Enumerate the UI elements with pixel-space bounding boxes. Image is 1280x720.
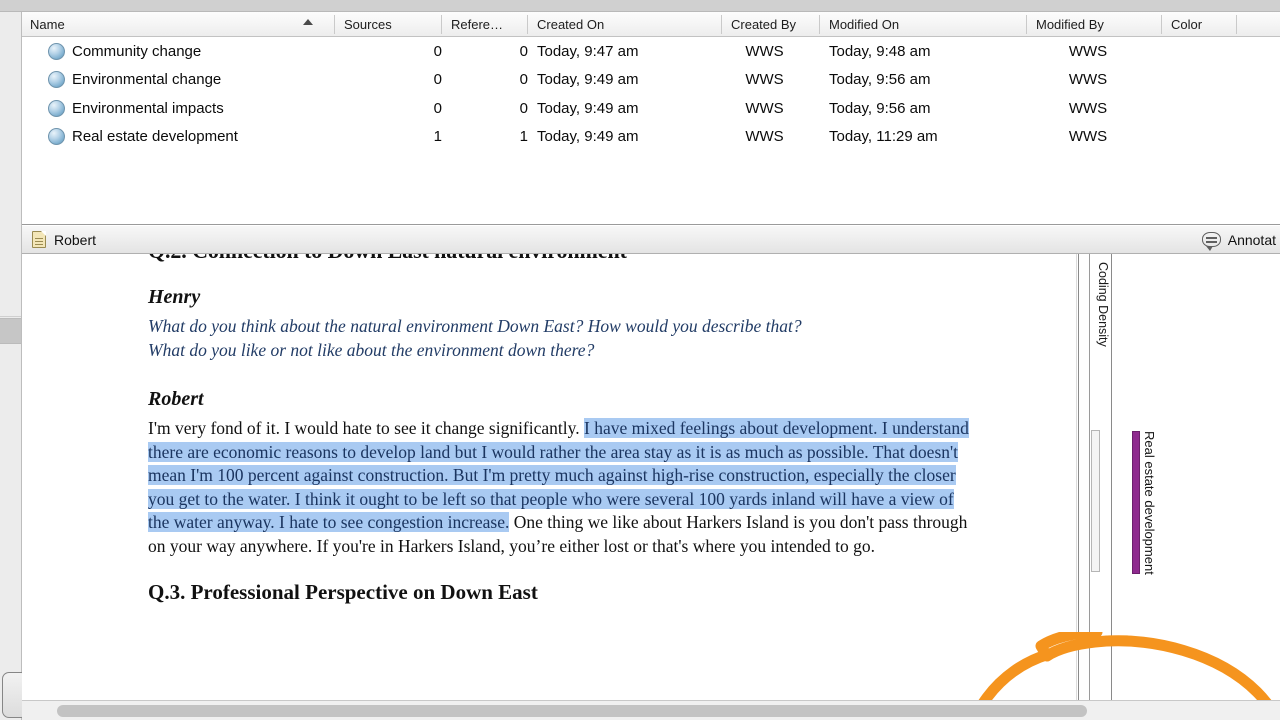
cell-created-on: Today, 9:49 am — [537, 71, 639, 89]
cell-modified-by: WWS — [1068, 128, 1108, 146]
answer-paragraph[interactable]: I'm very fond of it. I would hate to see… — [148, 417, 978, 558]
cell-created-by: WWS — [745, 42, 784, 60]
cell-modified-by: WWS — [1068, 42, 1108, 60]
column-header-modified-on[interactable]: Modified On — [807, 12, 1027, 37]
coding-density-divider — [1089, 254, 1090, 700]
column-header-created-by[interactable]: Created By — [709, 12, 820, 37]
table-row[interactable]: Community change 0 0 Today, 9:47 am WWS … — [22, 37, 1280, 66]
column-header-sources-label: Sources — [344, 17, 392, 32]
cell-sources: 0 — [433, 42, 442, 60]
cell-modified-on: Today, 9:48 am — [829, 42, 931, 60]
node-list-header-row: Name Sources Refere… Created On Created … — [22, 12, 1280, 37]
document-tab-bar: Robert Annotat — [22, 226, 1280, 254]
sort-caret-up-icon[interactable] — [303, 19, 313, 25]
annotations-button[interactable]: Annotat — [1201, 231, 1280, 251]
cell-created-on: Today, 9:47 am — [537, 42, 639, 60]
speaker-robert: Robert — [148, 388, 204, 410]
node-sphere-icon — [48, 128, 65, 146]
heading-q2: Q.2. Connection to Down East natural env… — [148, 254, 978, 264]
cell-name: Real estate development — [72, 128, 238, 146]
coding-density-bar — [1091, 430, 1100, 572]
column-header-sources[interactable]: Sources — [344, 12, 442, 37]
cell-modified-on: Today, 9:56 am — [829, 71, 931, 89]
cell-created-by: WWS — [745, 128, 784, 146]
application-window: Name Sources Refere… Created On Created … — [0, 0, 1280, 720]
left-rail — [0, 12, 22, 720]
coding-density-strip[interactable]: Coding Density — [1078, 254, 1112, 700]
node-sphere-icon — [48, 42, 65, 60]
node-sphere-icon — [48, 71, 65, 89]
answer-text-before-highlight: I'm very fond of it. I would hate to see… — [148, 418, 584, 438]
horizontal-scrollbar-thumb[interactable] — [57, 705, 1087, 717]
table-row[interactable]: Environmental impacts 0 0 Today, 9:49 am… — [22, 94, 1280, 123]
node-icon-cell — [48, 37, 65, 66]
node-list-body: Community change 0 0 Today, 9:47 am WWS … — [22, 37, 1280, 151]
node-icon-cell — [48, 66, 65, 95]
column-header-created-by-label: Created By — [731, 17, 797, 32]
table-row[interactable]: Environmental change 0 0 Today, 9:49 am … — [22, 66, 1280, 95]
column-header-modified-by[interactable]: Modified By — [1014, 12, 1162, 37]
page-document-icon — [32, 231, 46, 248]
document-page[interactable]: Q.2. Connection to Down East natural env… — [22, 254, 1077, 700]
cell-color — [1149, 123, 1237, 152]
cell-created-by: WWS — [745, 99, 784, 117]
coding-stripe-label: Real estate development — [1142, 431, 1157, 575]
cell-modified-on: Today, 11:29 am — [829, 128, 938, 146]
cell-created-on: Today, 9:49 am — [537, 128, 639, 146]
column-header-name[interactable]: Name — [30, 12, 335, 37]
cell-name: Community change — [72, 42, 202, 60]
question-block: What do you think about the natural envi… — [148, 315, 978, 362]
cell-name: Environmental change — [72, 71, 222, 89]
document-content: Q.2. Connection to Down East natural env… — [148, 254, 978, 605]
left-rail-lower-segment — [0, 345, 21, 675]
cell-modified-by: WWS — [1068, 71, 1108, 89]
coding-density-label: Coding Density — [1096, 262, 1110, 347]
node-icon-cell — [48, 94, 65, 123]
column-header-color-label: Color — [1171, 17, 1203, 32]
column-header-created-on[interactable]: Created On — [515, 12, 722, 37]
node-icon-cell — [48, 123, 65, 152]
left-rail-drag-handle[interactable] — [0, 318, 21, 344]
cell-color — [1149, 66, 1237, 95]
speech-bubble-icon — [1201, 232, 1221, 251]
node-list-pane: Name Sources Refere… Created On Created … — [22, 12, 1280, 225]
annotations-button-label: Annotat — [1227, 231, 1276, 248]
coding-stripes-column: Real estate development — [1118, 254, 1280, 700]
window-top-strip — [0, 0, 1280, 12]
column-header-name-label: Name — [30, 17, 65, 32]
coding-stripe-real-estate-development[interactable] — [1132, 431, 1140, 574]
question-line-2: What do you like or not like about the e… — [148, 339, 595, 360]
column-header-modified-by-label: Modified By — [1036, 17, 1104, 32]
column-header-created-on-label: Created On — [537, 17, 605, 32]
column-header-color[interactable]: Color — [1149, 12, 1237, 37]
cell-color — [1149, 37, 1237, 66]
cell-created-by: WWS — [745, 71, 784, 89]
table-row[interactable]: Real estate development 1 1 Today, 9:49 … — [22, 123, 1280, 152]
speaker-henry: Henry — [148, 286, 201, 308]
cell-sources: 0 — [433, 99, 442, 117]
column-header-references-label: Refere… — [451, 17, 504, 32]
cell-sources: 0 — [433, 71, 442, 89]
tab-robert[interactable]: Robert — [22, 226, 106, 254]
tab-robert-label: Robert — [54, 231, 97, 248]
cell-modified-by: WWS — [1068, 99, 1108, 117]
cell-sources: 1 — [433, 128, 442, 146]
heading-q3: Q.3. Professional Perspective on Down Ea… — [148, 580, 538, 604]
horizontal-scrollbar-track[interactable] — [22, 700, 1280, 720]
cell-name: Environmental impacts — [72, 99, 224, 117]
node-sphere-icon — [48, 99, 65, 117]
question-line-1: What do you think about the natural envi… — [148, 316, 802, 336]
document-viewer: Q.2. Connection to Down East natural env… — [22, 254, 1280, 700]
left-rail-upper-segment — [0, 12, 21, 317]
cell-created-on: Today, 9:49 am — [537, 99, 639, 117]
cell-modified-on: Today, 9:56 am — [829, 99, 931, 117]
column-header-modified-on-label: Modified On — [829, 17, 900, 32]
cell-color — [1149, 94, 1237, 123]
